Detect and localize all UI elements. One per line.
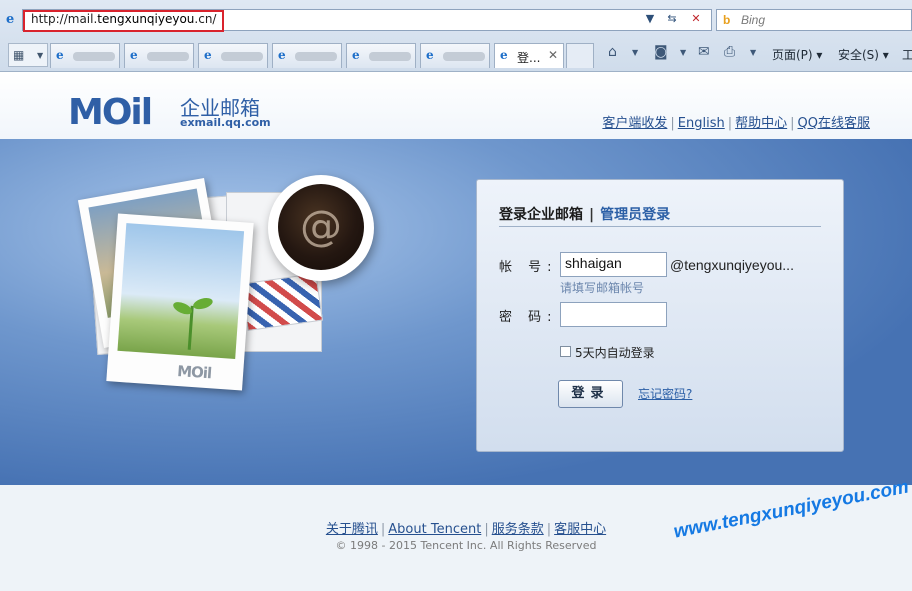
grid-icon: ▦: [13, 48, 25, 62]
page-header: MOil 企业邮箱 exmail.qq.com 客户端收发 | English | 帮助…: [0, 72, 912, 139]
rss-icon[interactable]: ◙: [654, 44, 668, 60]
login-title-row: 登录企业邮箱 | 管理员登录: [499, 204, 670, 224]
address-url[interactable]: http://mail.tengxunqiyeyou.cn/: [23, 10, 225, 32]
ie-icon: e: [6, 12, 15, 27]
quick-tabs-button[interactable]: ▦ ▼: [8, 43, 48, 67]
new-tab-button[interactable]: [566, 43, 594, 68]
bing-icon: b: [723, 13, 731, 27]
help-link[interactable]: 帮助中心: [735, 116, 787, 131]
browser-chrome: e http://mail.tengxunqiyeyou.cn/ ▼ ⇆ ✕ b…: [0, 0, 912, 72]
tab-label-blurred: [369, 52, 411, 61]
title-divider: [499, 226, 821, 227]
tab-label-blurred: [73, 52, 115, 61]
browser-tab[interactable]: e: [346, 43, 416, 68]
logo-mark: MOil: [68, 92, 153, 133]
account-hint: 请填写邮箱帐号: [560, 281, 645, 295]
password-input[interactable]: [560, 302, 667, 327]
logo: MOil 企业邮箱 exmail.qq.com: [68, 92, 278, 133]
remember-label: 5天内自动登录: [575, 346, 655, 360]
address-bar-row: e http://mail.tengxunqiyeyou.cn/ ▼ ⇆ ✕ b…: [0, 6, 912, 34]
account-input[interactable]: shhaigan: [560, 252, 667, 277]
mail-icon[interactable]: ✉: [698, 44, 710, 60]
refresh-icon[interactable]: ⇆: [662, 9, 682, 29]
chevron-down-icon[interactable]: ▼: [750, 48, 756, 57]
browser-tab[interactable]: e: [50, 43, 120, 68]
divider: |: [589, 207, 595, 223]
divider: |: [790, 116, 795, 131]
qq-support-link[interactable]: QQ在线客服: [798, 116, 870, 131]
close-icon[interactable]: ✕: [548, 48, 558, 62]
url-suffix: .cn/: [194, 12, 217, 26]
safety-menu-label: 安全(S): [838, 48, 879, 62]
browser-tab[interactable]: e: [124, 43, 194, 68]
tools-menu[interactable]: 工: [902, 46, 912, 63]
logo-domain: exmail.qq.com: [180, 116, 271, 129]
browser-tab[interactable]: e: [420, 43, 490, 68]
url-domain: tengxunqiyeyou: [97, 12, 195, 26]
dropdown-arrow-icon[interactable]: ▼: [640, 9, 660, 29]
copyright: © 1998 - 2015 Tencent Inc. All Rights Re…: [335, 539, 597, 552]
terms-link[interactable]: 服务条款: [492, 522, 544, 537]
divider: |: [727, 116, 733, 131]
chevron-down-icon[interactable]: ▼: [680, 48, 686, 57]
domain-suffix: @tengxunqiyeyou...: [670, 257, 794, 273]
login-panel: 登录企业邮箱 | 管理员登录 帐 号: shhaigan @tengxunqiyey…: [476, 179, 844, 452]
tab-label-blurred: [221, 52, 263, 61]
divider: |: [380, 522, 386, 537]
login-button[interactable]: 登录: [558, 380, 623, 408]
page-menu[interactable]: 页面(P) ▾: [772, 46, 822, 63]
remember-checkbox[interactable]: [560, 346, 571, 357]
divider: |: [670, 116, 675, 131]
print-icon[interactable]: ⎙: [724, 44, 735, 60]
browser-tab[interactable]: e: [272, 43, 342, 68]
front-photo: MOil: [106, 213, 254, 391]
chevron-down-icon[interactable]: ▼: [632, 48, 638, 57]
photo-watermark: MOil: [176, 361, 212, 383]
top-links: 客户端收发 | English | 帮助中心 | QQ在线客服: [602, 112, 870, 131]
english-link[interactable]: English: [678, 116, 725, 131]
ie-icon: e: [500, 48, 508, 62]
ie-icon: e: [56, 48, 64, 62]
tab-row: ▦ ▼ e e e e e e e 登... ✕ ⌂ ▼ ◙ ▼ ✉ ⎙ ▼ 页面(…: [0, 40, 912, 70]
stop-icon[interactable]: ✕: [686, 9, 706, 29]
ie-icon: e: [130, 48, 138, 62]
divider: |: [546, 522, 552, 537]
ie-icon: e: [352, 48, 360, 62]
page-menu-label: 页面(P): [772, 48, 813, 62]
home-icon[interactable]: ⌂: [608, 44, 617, 60]
tab-label-blurred: [295, 52, 337, 61]
ie-icon: e: [426, 48, 434, 62]
divider: |: [484, 522, 489, 537]
tab-label: 登...: [517, 51, 541, 65]
about-tencent-cn-link[interactable]: 关于腾讯: [326, 522, 378, 537]
coffee-cup: @: [268, 175, 374, 281]
search-placeholder: Bing: [741, 13, 766, 27]
forgot-password-link[interactable]: 忘记密码?: [638, 385, 692, 402]
password-label: 密 码:: [499, 310, 558, 325]
address-bar[interactable]: http://mail.tengxunqiyeyou.cn/: [22, 9, 712, 32]
at-sign-icon: @: [300, 201, 342, 250]
about-tencent-link[interactable]: About Tencent: [388, 522, 481, 537]
browser-tab-active[interactable]: e 登... ✕: [494, 43, 564, 68]
photo-image: [117, 223, 245, 359]
safety-menu[interactable]: 安全(S) ▾: [838, 46, 889, 63]
coffee: @: [278, 184, 364, 270]
chevron-down-icon: ▼: [37, 51, 44, 60]
support-link[interactable]: 客服中心: [554, 522, 606, 537]
client-link[interactable]: 客户端收发: [602, 116, 667, 131]
admin-login-link[interactable]: 管理员登录: [600, 207, 670, 223]
account-label: 帐 号:: [499, 260, 558, 275]
browser-tab[interactable]: e: [198, 43, 268, 68]
url-prefix: http://mail.: [31, 12, 98, 26]
search-box[interactable]: b Bing: [716, 9, 912, 31]
tab-label-blurred: [443, 52, 485, 61]
tab-label-blurred: [147, 52, 189, 61]
ie-icon: e: [204, 48, 212, 62]
leaf: [191, 296, 214, 312]
ie-icon: e: [278, 48, 286, 62]
login-title: 登录企业邮箱: [499, 207, 583, 223]
